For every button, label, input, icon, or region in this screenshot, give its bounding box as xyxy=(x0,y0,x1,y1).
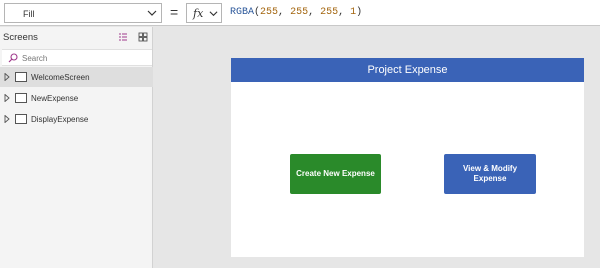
create-button-label: Create New Expense xyxy=(296,169,375,178)
app-canvas[interactable]: Project Expense Create New Expense View … xyxy=(231,58,584,257)
screen-icon xyxy=(15,93,27,103)
modify-button-label: View & Modify Expense xyxy=(462,164,518,183)
search-icon xyxy=(8,53,18,63)
chevron-down-icon xyxy=(209,11,218,17)
app-header-title: Project Expense xyxy=(367,64,448,76)
screen-item-label: WelcomeScreen xyxy=(31,73,90,82)
property-dropdown[interactable]: Fill xyxy=(4,3,162,23)
screen-item-display-expense[interactable]: DisplayExpense xyxy=(0,109,153,129)
caret-right-icon[interactable] xyxy=(4,73,10,81)
fx-button[interactable]: fx xyxy=(186,3,222,23)
formula-function: RGBA xyxy=(230,7,255,18)
screen-item-new-expense[interactable]: NewExpense xyxy=(0,88,153,108)
fx-icon: fx xyxy=(193,7,204,20)
formula-arg-r: 255 xyxy=(260,7,279,18)
formula-bar: Fill = fx RGBA(255, 255, 255, 1) xyxy=(0,0,600,26)
screen-item-welcome[interactable]: WelcomeScreen xyxy=(0,67,153,87)
grid-view-icon[interactable] xyxy=(138,32,148,42)
formula-input[interactable]: RGBA(255, 255, 255, 1) xyxy=(230,7,362,18)
list-view-icon[interactable] xyxy=(118,32,128,42)
create-new-expense-button[interactable]: Create New Expense xyxy=(290,154,381,194)
caret-right-icon[interactable] xyxy=(4,115,10,123)
formula-arg-b: 255 xyxy=(320,7,339,18)
search-input[interactable]: Search xyxy=(2,49,152,66)
view-modify-expense-button[interactable]: View & Modify Expense xyxy=(444,154,536,194)
caret-right-icon[interactable] xyxy=(4,94,10,102)
app-header[interactable]: Project Expense xyxy=(231,58,584,82)
screen-icon xyxy=(15,114,27,124)
formula-close-paren: ) xyxy=(356,7,363,18)
chevron-down-icon xyxy=(147,10,157,16)
screen-item-label: NewExpense xyxy=(31,94,79,103)
search-placeholder: Search xyxy=(22,54,48,63)
screens-panel: Screens Search WelcomeScreen NewExpense … xyxy=(0,27,153,268)
equals-sign: = xyxy=(170,4,179,20)
property-value: Fill xyxy=(23,9,35,19)
screen-item-label: DisplayExpense xyxy=(31,115,89,124)
formula-arg-g: 255 xyxy=(290,7,309,18)
screen-icon xyxy=(15,72,27,82)
panel-title: Screens xyxy=(3,32,38,43)
